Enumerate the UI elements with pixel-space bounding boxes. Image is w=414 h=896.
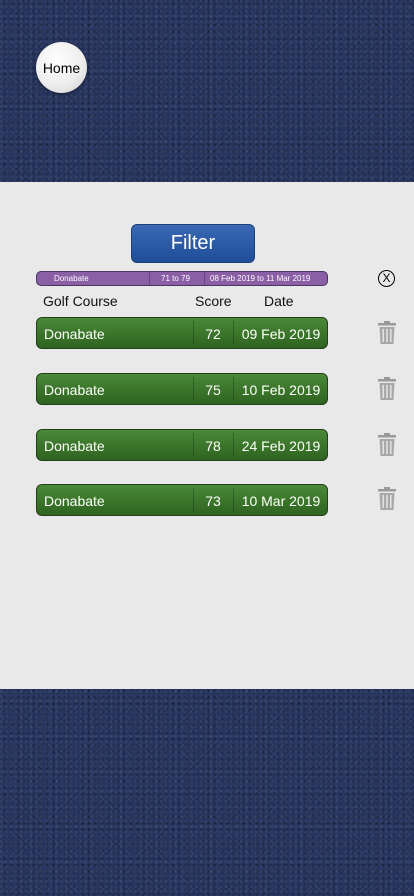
row-course: Donabate xyxy=(44,493,105,509)
trash-icon xyxy=(378,321,396,344)
row-date: 10 Feb 2019 xyxy=(241,382,321,398)
column-header-course: Golf Course xyxy=(43,293,118,309)
row-course: Donabate xyxy=(44,382,105,398)
row-score: 78 xyxy=(205,438,221,454)
filter-summary-bar[interactable]: Donabate 71 to 79 08 Feb 2019 to 11 Mar … xyxy=(36,271,328,286)
score-row[interactable]: Donabate 72 09 Feb 2019 xyxy=(36,317,328,349)
filter-date-range: 08 Feb 2019 to 11 Mar 2019 xyxy=(210,274,311,283)
clear-filter-button[interactable]: X xyxy=(378,270,395,287)
filter-score-range: 71 to 79 xyxy=(161,274,190,283)
filter-course-value: Donabate xyxy=(54,274,89,283)
trash-icon xyxy=(378,433,396,456)
delete-row-button[interactable] xyxy=(377,487,397,511)
column-header-score: Score xyxy=(195,293,232,309)
divider xyxy=(149,272,150,285)
score-row[interactable]: Donabate 75 10 Feb 2019 xyxy=(36,373,328,405)
row-course: Donabate xyxy=(44,326,105,342)
delete-row-button[interactable] xyxy=(377,321,397,345)
trash-icon xyxy=(378,377,396,400)
row-course: Donabate xyxy=(44,438,105,454)
filter-button[interactable]: Filter xyxy=(131,224,255,263)
delete-row-button[interactable] xyxy=(377,433,397,457)
row-date: 10 Mar 2019 xyxy=(241,493,321,509)
scores-panel: Filter Donabate 71 to 79 08 Feb 2019 to … xyxy=(0,182,414,689)
home-button[interactable]: Home xyxy=(36,42,87,93)
divider xyxy=(204,272,205,285)
trash-icon xyxy=(378,487,396,510)
row-date: 24 Feb 2019 xyxy=(241,438,321,454)
row-date: 09 Feb 2019 xyxy=(241,326,321,342)
row-score: 75 xyxy=(205,382,221,398)
row-score: 72 xyxy=(205,326,221,342)
score-row[interactable]: Donabate 73 10 Mar 2019 xyxy=(36,484,328,516)
row-score: 73 xyxy=(205,493,221,509)
delete-row-button[interactable] xyxy=(377,377,397,401)
column-header-date: Date xyxy=(264,293,294,309)
score-row[interactable]: Donabate 78 24 Feb 2019 xyxy=(36,429,328,461)
